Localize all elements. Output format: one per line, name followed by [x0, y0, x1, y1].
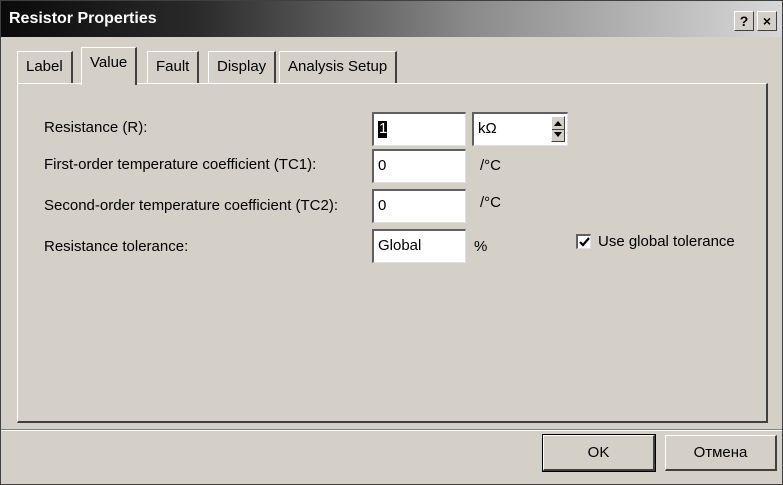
tc2-label: Second-order temperature coefficient (TC… — [44, 197, 339, 214]
use-global-tolerance-checkbox[interactable] — [576, 234, 591, 249]
tolerance-unit: % — [474, 238, 488, 255]
tc2-input[interactable]: 0 — [372, 189, 466, 223]
tab-analysis-setup-text: Analysis Setup — [288, 58, 388, 75]
ok-button[interactable]: OK — [542, 434, 656, 472]
tc2-value: 0 — [378, 197, 387, 214]
resistance-label: Resistance (R): — [44, 119, 148, 136]
resistor-properties-dialog: Resistor Properties ? × Label Value Faul… — [0, 0, 783, 485]
tab-display[interactable]: Display — [208, 51, 277, 83]
tab-value-text: Value — [90, 54, 128, 71]
tab-label[interactable]: Label — [17, 51, 73, 83]
spin-up-icon[interactable] — [554, 121, 562, 126]
spin-down-icon[interactable] — [554, 132, 562, 137]
resistance-input[interactable]: 1 — [372, 112, 466, 146]
resistance-unit-value: kΩ — [478, 120, 497, 137]
title-bar[interactable]: Resistor Properties ? × — [1, 1, 782, 37]
tab-fault-text: Fault — [156, 58, 190, 75]
checkmark-icon — [579, 237, 590, 247]
unit-spin-buttons[interactable] — [551, 116, 565, 142]
window-title: Resistor Properties — [9, 10, 157, 27]
resistance-value: 1 — [379, 120, 388, 137]
help-button[interactable]: ? — [734, 11, 754, 31]
tc1-unit: /°C — [480, 157, 501, 174]
cancel-button[interactable]: Отмена — [665, 435, 777, 471]
resistance-unit-spinner[interactable]: kΩ — [472, 112, 568, 146]
close-button[interactable]: × — [757, 11, 777, 31]
button-area-separator — [1, 429, 782, 431]
tolerance-value: Global — [378, 237, 422, 254]
tc2-unit: /°C — [480, 194, 501, 211]
tolerance-input[interactable]: Global — [372, 229, 466, 263]
tc1-label: First-order temperature coefficient (TC1… — [44, 156, 317, 173]
tc1-value: 0 — [378, 157, 387, 174]
tolerance-label: Resistance tolerance: — [44, 238, 189, 255]
use-global-tolerance-label[interactable]: Use global tolerance — [598, 233, 735, 250]
tab-fault[interactable]: Fault — [147, 51, 200, 83]
tab-display-text: Display — [217, 58, 267, 75]
spin-divider — [552, 129, 564, 130]
tab-analysis-setup[interactable]: Analysis Setup — [279, 51, 398, 83]
tab-value[interactable]: Value — [81, 47, 138, 85]
value-tab-panel: Resistance (R): 1 kΩ First-order tempera… — [17, 83, 768, 423]
tc1-input[interactable]: 0 — [372, 149, 466, 183]
tab-label-text: Label — [26, 58, 63, 75]
